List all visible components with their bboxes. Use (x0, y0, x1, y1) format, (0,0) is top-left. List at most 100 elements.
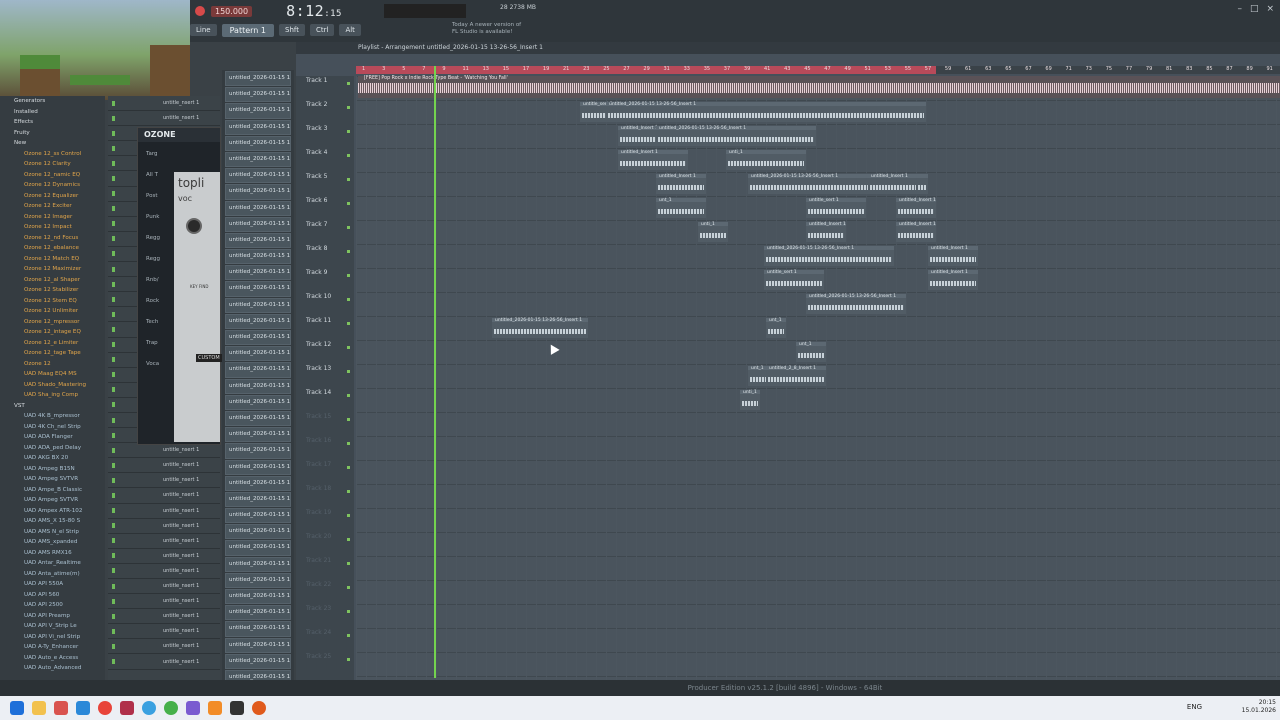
browser-item[interactable]: UAD Antar_Realtime (0, 558, 105, 569)
browser-item[interactable]: Ozone 12_intage EQ (0, 327, 105, 338)
browser-item[interactable]: UAD AMS RMX16 (0, 548, 105, 559)
track-led[interactable] (347, 538, 350, 541)
audio-clip[interactable]: untitled_2026-01-15 13-26-56_Insert 1 (656, 126, 816, 146)
track-led[interactable] (347, 442, 350, 445)
track-led[interactable] (347, 178, 350, 181)
audio-clip[interactable]: untitle_sert 1 (806, 198, 866, 218)
track-header[interactable]: Track 12 (296, 340, 354, 364)
channel-button[interactable]: untitled_2026-01-15 13- (225, 151, 291, 168)
arrangement-grid[interactable]: untitle_sert 1 untitled_2026-01-15 13-26-… (356, 76, 1280, 680)
track-header[interactable]: Track 21 (296, 556, 354, 580)
channel-button[interactable]: untitled_2026-01-15 13- (225, 330, 291, 346)
news-panel[interactable]: Today A newer version of FL Studio is ava… (452, 22, 521, 36)
track-header[interactable]: Track 14 (296, 388, 354, 412)
audio-clip[interactable]: unt_1 (656, 198, 706, 218)
browser-item[interactable]: UAD Anta_atime(m) (0, 569, 105, 580)
timeline-ruler[interactable]: 1 3 5 7 9 11 13 15 17 19 21 23 25 27 29 31 33 35 37 39 41 43 4… (356, 66, 1280, 74)
track-led[interactable] (347, 586, 350, 589)
track-header[interactable]: Track 10 (296, 292, 354, 316)
channel-button[interactable]: untitled_2026-01-15 13- (225, 394, 291, 410)
track-header[interactable]: Track 8 (296, 244, 354, 268)
browser-item[interactable]: UAD Ampeg SVTVR (0, 495, 105, 506)
browser-item[interactable]: Ozone 12 Clarity (0, 159, 105, 170)
track-header[interactable]: Track 20 (296, 532, 354, 556)
track-header[interactable]: Track 19 (296, 508, 354, 532)
channel-button[interactable]: untitled_2026-01-15 13- (225, 556, 291, 572)
preset-item[interactable]: Rock (146, 291, 168, 312)
record-button[interactable] (195, 6, 205, 16)
audio-clip[interactable]: untitled_Insert 1 (806, 222, 846, 242)
preset-item[interactable]: Targ (146, 144, 168, 165)
browser-item[interactable]: UAD 4K B_mpressor (0, 411, 105, 422)
browser-item[interactable]: UAD AMS_xpanded (0, 537, 105, 548)
tempo-display[interactable]: 150.000 (211, 5, 253, 17)
preset-item[interactable]: Trap (146, 333, 168, 354)
track-led[interactable] (347, 418, 350, 421)
channel-button[interactable]: untitled_2026-01-15 13- (225, 313, 291, 329)
browser-item[interactable]: UAD ADA_ped Delay (0, 443, 105, 454)
mixer-row[interactable]: untitle_nsert 1 (108, 488, 220, 504)
audio-clip[interactable]: unti_1 (726, 150, 806, 170)
channel-button[interactable]: untitled_2026-01-15 13- (225, 443, 291, 459)
game-icon[interactable] (164, 701, 178, 715)
obs-icon[interactable] (230, 701, 244, 715)
browser-item[interactable]: Ozone 12 Impact (0, 222, 105, 233)
discord-icon[interactable] (186, 701, 200, 715)
track-led[interactable] (347, 274, 350, 277)
alt-button[interactable]: Alt (339, 24, 361, 36)
browser-item[interactable]: Fruity (0, 128, 105, 139)
browser-item[interactable]: UAD API 2500 (0, 600, 105, 611)
channel-button[interactable]: untitled_2026-01-15 13- (225, 637, 291, 653)
mixer-row[interactable]: untitle_nsert 1 (108, 96, 220, 112)
channel-button[interactable]: untitled_2026-01-15 13- (225, 653, 291, 669)
pattern-selector[interactable]: Pattern 1 (221, 23, 275, 37)
track-header[interactable]: Track 17 (296, 460, 354, 484)
browser-item[interactable]: UAD API 550A (0, 579, 105, 590)
audio-clip[interactable]: untitled_Insert 1 (656, 174, 706, 194)
browser-item[interactable]: Ozone 12 (0, 359, 105, 370)
browser-item[interactable]: UAD Shado_Mastering (0, 380, 105, 391)
mixer-row[interactable]: untitle_nsert 1 (108, 639, 220, 655)
track-led[interactable] (347, 610, 350, 613)
close-icon[interactable]: × (1266, 4, 1274, 14)
audio-clip[interactable]: untitled_2026-01-15 13-26-56_Insert 1 (606, 102, 926, 122)
browser-item[interactable]: Ozone 12_al Shaper (0, 275, 105, 286)
browser-item[interactable]: Ozone 12_tage Tape (0, 348, 105, 359)
ctrl-button[interactable]: Ctrl (309, 24, 335, 36)
mixer-row[interactable]: untitle_nsert 1 (108, 564, 220, 579)
channel-button[interactable]: untitled_2026-01-15 13- (225, 475, 291, 491)
channel-button[interactable]: untitled_2026-01-15 13- (225, 281, 291, 297)
mixer-row[interactable]: untitle_nsert 1 (108, 458, 220, 474)
track-header[interactable]: Track 5 (296, 172, 354, 196)
track-led[interactable] (347, 202, 350, 205)
mixer-row[interactable]: untitle_nsert 1 (108, 624, 220, 640)
browser-item[interactable]: UAD API Preamp (0, 611, 105, 622)
track-header[interactable]: Track 25 (296, 652, 354, 676)
preset-item[interactable]: Punk (146, 207, 168, 228)
mixer-row[interactable]: untitle_nsert 1 (108, 549, 220, 564)
browser-item[interactable]: Ozone 12 Imager (0, 212, 105, 223)
custom-button[interactable]: CUSTOM (196, 354, 222, 362)
channel-button[interactable]: untitled_2026-01-15 13- (225, 524, 291, 540)
channel-button[interactable]: untitled_2026-01-15 13- (225, 605, 291, 621)
channel-button[interactable]: untitled_2026-01-15 13- (225, 669, 291, 680)
browser-item[interactable]: UAD AKG BX 20 (0, 453, 105, 464)
channel-button[interactable]: untitled_2026-01-15 13- (225, 216, 291, 232)
preset-item[interactable]: Voca (146, 354, 168, 375)
channel-button[interactable]: untitled_2026-01-15 13- (225, 459, 291, 475)
browser-item[interactable]: Ozone 12 Stabilizer (0, 285, 105, 296)
audio-clip[interactable]: unti_1 (698, 222, 728, 242)
browser-item[interactable]: Ozone 12 Maximizer (0, 264, 105, 275)
browser-item[interactable]: Ozone 12_e Limiter (0, 338, 105, 349)
channel-button[interactable]: untitled_2026-01-15 13- (225, 200, 291, 216)
audio-clip[interactable]: untitled_Insert 1 (928, 246, 978, 266)
track-led[interactable] (347, 658, 350, 661)
audio-clip[interactable]: unt_1 (796, 342, 826, 362)
browser-item[interactable]: Ozone 12 Match EQ (0, 254, 105, 265)
channel-button[interactable]: untitled_2026-01-15 13- (225, 87, 291, 103)
mixer-row[interactable]: untitle_nsert 1 (108, 609, 220, 625)
audio-clip[interactable]: untitled_Insert 1 (618, 150, 688, 170)
channel-button[interactable]: untitled_2026-01-15 13- (225, 265, 291, 281)
track-led[interactable] (347, 394, 350, 397)
browser-item[interactable]: Ozone 12 Stem EQ (0, 296, 105, 307)
